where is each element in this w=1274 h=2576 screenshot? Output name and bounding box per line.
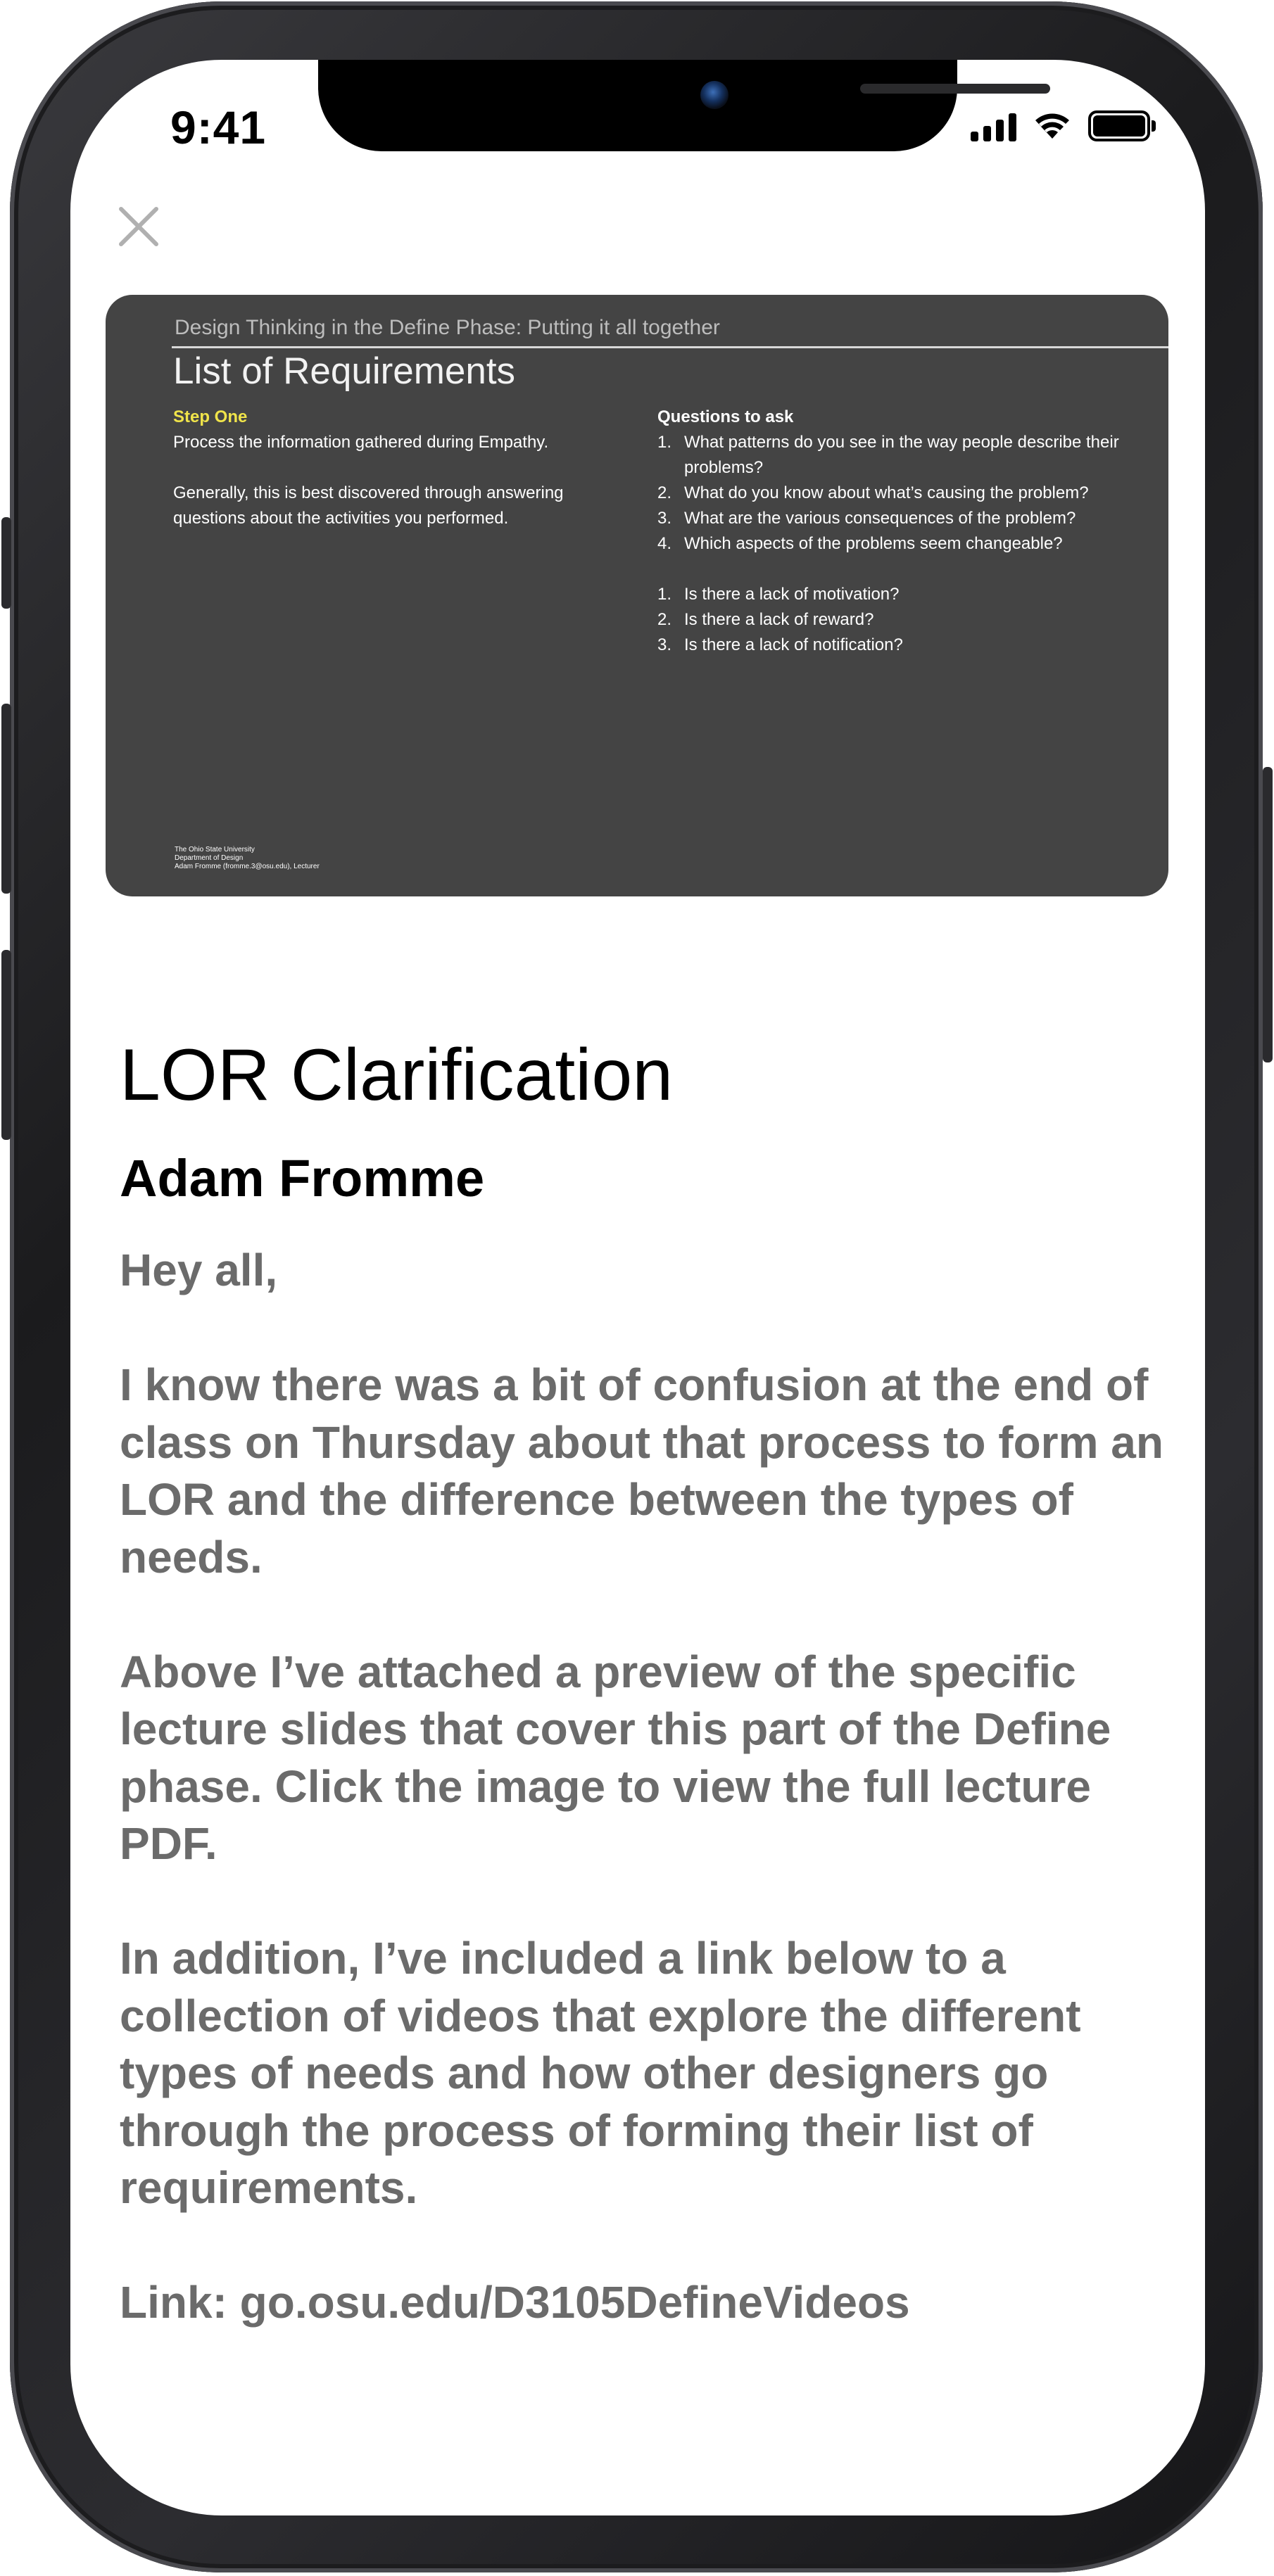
slide-step-label: Step One [173, 407, 248, 426]
close-icon[interactable] [114, 202, 163, 251]
post-greeting: Hey all, [120, 1245, 278, 1295]
volume-down-button [1, 950, 11, 1140]
list-item: 2. Is there a lack of reward? [657, 610, 874, 629]
slide-footer: The Ohio State University Department of … [175, 846, 320, 870]
speaker-grille [860, 84, 1050, 94]
front-camera-icon [700, 81, 729, 109]
list-item: 3. Is there a lack of notification? [657, 635, 903, 654]
link-label: Link: [120, 2277, 240, 2328]
volume-up-button [1, 704, 11, 894]
slide-paragraph: Process the information gathered during … [173, 433, 549, 452]
lecture-slide-preview[interactable]: Design Thinking in the Define Phase: Put… [106, 295, 1168, 896]
power-button [1263, 767, 1273, 1062]
videos-link[interactable]: go.osu.edu/D3105DefineVideos [240, 2277, 910, 2328]
status-time: 9:41 [170, 101, 267, 153]
slide-right-column: Questions to ask 1. What patterns do you … [657, 405, 1150, 658]
slide-questions-list-2: 1. Is there a lack of motivation? 2. Is th… [657, 582, 1150, 658]
slide-header: Design Thinking in the Define Phase: Put… [175, 316, 720, 339]
post-body: Hey all, I know there was a bit of confu… [120, 1242, 1175, 2332]
list-item: 1. Is there a lack of motivation? [657, 585, 900, 604]
mute-switch [1, 517, 11, 609]
status-icons [971, 110, 1156, 141]
list-item: 4. Which aspects of the problems seem cha… [657, 534, 1063, 553]
cellular-signal-icon [971, 112, 1016, 141]
list-item: 2. What do you know about what’s causing … [657, 483, 1089, 502]
post-link-line: Link: go.osu.edu/D3105DefineVideos [120, 2274, 1175, 2332]
screen: 9:41 Design Thinking in the Define Phase… [70, 60, 1205, 2515]
slide-paragraph: Generally, this is best discovered throu… [173, 483, 564, 528]
slide-divider [172, 346, 1168, 348]
post-paragraph: Above I’ve attached a preview of the spe… [120, 1646, 1111, 1870]
list-item: 1. What patterns do you see in the way pe… [657, 433, 1119, 477]
notch [318, 60, 1050, 151]
slide-questions-heading: Questions to ask [657, 407, 794, 426]
slide-title: List of Requirements [173, 350, 516, 392]
post-paragraph: In addition, I’ve included a link below … [120, 1933, 1081, 2213]
post-paragraph: I know there was a bit of confusion at t… [120, 1359, 1163, 1582]
slide-questions-list: 1. What patterns do you see in the way pe… [657, 430, 1150, 557]
post-author: Adam Fromme [120, 1149, 485, 1207]
list-item: 3. What are the various consequences of t… [657, 509, 1076, 528]
post-title: LOR Clarification [120, 1034, 674, 1116]
slide-left-column: Step One Process the information gathere… [173, 405, 631, 557]
battery-icon [1088, 110, 1156, 141]
wifi-icon [1035, 113, 1069, 139]
